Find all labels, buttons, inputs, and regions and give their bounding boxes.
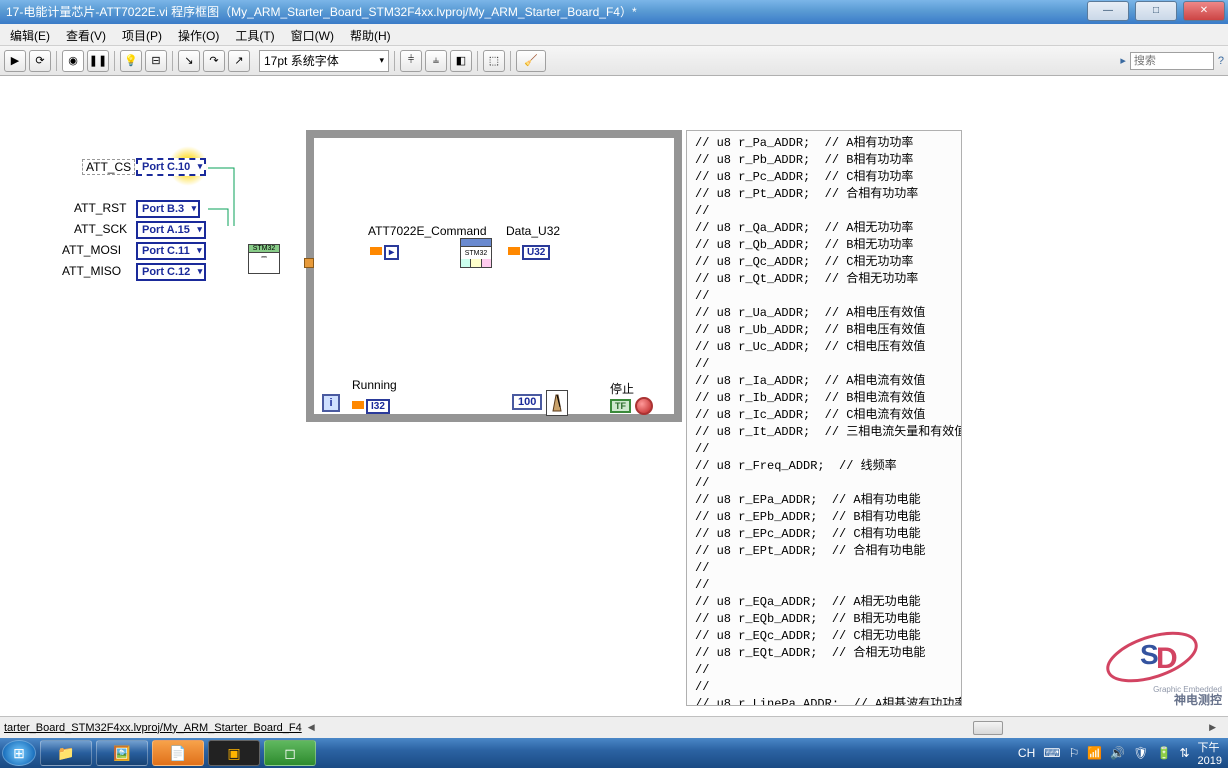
run-cont-button[interactable]: ⟳ <box>29 50 51 72</box>
close-button[interactable]: ✕ <box>1183 1 1225 21</box>
maximize-button[interactable]: □ <box>1135 1 1177 21</box>
menu-bar: 编辑(E) 查看(V) 项目(P) 操作(O) 工具(T) 窗口(W) 帮助(H… <box>0 24 1228 46</box>
tray-network-icon[interactable]: 📶 <box>1087 746 1102 760</box>
window-titlebar: 17-电能计量芯片-ATT7022E.vi 程序框图（My_ARM_Starte… <box>0 0 1228 24</box>
separator <box>394 51 395 71</box>
subvi-att7022e-command[interactable]: STM32 <box>460 238 492 268</box>
step-into-button[interactable]: ↘ <box>178 50 200 72</box>
cleanup-button[interactable]: 🧹 <box>516 50 546 72</box>
tray-volume-icon[interactable]: 🔊 <box>1110 746 1125 760</box>
menu-view[interactable]: 查看(V) <box>58 24 114 45</box>
taskbar-photos[interactable]: 🖼️ <box>96 740 148 766</box>
project-path[interactable]: tarter_Board_STM32F4xx.lvproj/My_ARM_Sta… <box>0 722 302 734</box>
separator <box>477 51 478 71</box>
label-att-rst: ATT_RST <box>74 201 126 215</box>
window-controls: — □ ✕ <box>1084 0 1228 24</box>
taskbar-explorer[interactable]: 📁 <box>40 740 92 766</box>
menu-window[interactable]: 窗口(W) <box>283 24 342 45</box>
label-att-mosi: ATT_MOSI <box>62 243 121 257</box>
resize-button[interactable]: ◧ <box>450 50 472 72</box>
loop-condition-terminal[interactable] <box>635 397 653 415</box>
search-input[interactable] <box>1130 52 1214 70</box>
minimize-button[interactable]: — <box>1087 1 1129 21</box>
align-button[interactable]: ⫩ <box>400 50 422 72</box>
indicator-data-u32[interactable]: U32 <box>508 242 550 260</box>
step-out-button[interactable]: ↗ <box>228 50 250 72</box>
constant-100[interactable]: 100 <box>512 394 542 410</box>
menu-help[interactable]: 帮助(H) <box>342 24 399 45</box>
separator <box>172 51 173 71</box>
separator <box>114 51 115 71</box>
wait-ms-node[interactable] <box>546 390 568 416</box>
help-icon[interactable]: ? <box>1218 55 1224 67</box>
scroll-right-icon[interactable]: ▶ <box>1203 722 1222 733</box>
menu-tools[interactable]: 工具(T) <box>227 24 282 45</box>
loop-tunnel <box>304 258 314 268</box>
toolbar: ▶ ⟳ ◉ ❚❚ 💡 ⊟ ↘ ↷ ↗ 17pt 系统字体 ⫩ ⫨ ◧ ⬚ 🧹 ▸… <box>0 46 1228 76</box>
label-att-miso: ATT_MISO <box>62 264 121 278</box>
distribute-button[interactable]: ⫨ <box>425 50 447 72</box>
separator <box>56 51 57 71</box>
highlight-exec-button[interactable]: 💡 <box>120 50 142 72</box>
abort-button[interactable]: ◉ <box>62 50 84 72</box>
tray-usb-icon[interactable]: ⇅ <box>1179 746 1189 760</box>
separator <box>510 51 511 71</box>
start-button[interactable]: ⊞ <box>2 740 36 766</box>
system-tray: CH ⌨ ⚐ 📶 🔊 🛡 🔋 ⇅ 下午2019 <box>1018 739 1228 767</box>
tray-shield-icon[interactable]: 🛡 <box>1133 746 1148 760</box>
run-button[interactable]: ▶ <box>4 50 26 72</box>
retain-wire-button[interactable]: ⊟ <box>145 50 167 72</box>
menu-project[interactable]: 项目(P) <box>114 24 170 45</box>
control-arrow-icon: ▸ <box>370 242 399 260</box>
label-data-u32: Data_U32 <box>506 224 560 238</box>
block-diagram[interactable]: ATT_CS Port C.10 ATT_RST Port B.3 ATT_SC… <box>0 76 1228 716</box>
io-cluster-node[interactable]: STM32 ⎓ <box>248 244 280 274</box>
pause-button[interactable]: ❚❚ <box>87 50 109 72</box>
stop-tf-box: TF <box>610 399 631 413</box>
footer-scrollbar[interactable]: tarter_Board_STM32F4xx.lvproj/My_ARM_Sta… <box>0 716 1228 738</box>
port-select-sck[interactable]: Port A.15 <box>136 221 206 239</box>
tray-keyboard-icon[interactable]: ⌨ <box>1043 746 1060 760</box>
taskbar-camtasia[interactable]: ◻ <box>264 740 316 766</box>
label-att-sck: ATT_SCK <box>74 222 127 236</box>
menu-operate[interactable]: 操作(O) <box>170 24 227 45</box>
port-select-mosi[interactable]: Port C.11 <box>136 242 206 260</box>
tray-flag-icon[interactable]: ⚐ <box>1069 746 1080 760</box>
label-stop: 停止 <box>610 380 634 397</box>
scroll-thumb[interactable] <box>973 721 1003 735</box>
menu-edit[interactable]: 编辑(E) <box>2 24 58 45</box>
code-comment-box[interactable]: // u8 r_Pa_ADDR; // A相有功功率 // u8 r_Pb_AD… <box>686 130 962 706</box>
label-running: Running <box>352 378 397 392</box>
search-arrow-icon[interactable]: ▸ <box>1120 54 1126 67</box>
stop-control[interactable]: 停止 TF <box>610 380 682 415</box>
step-over-button[interactable]: ↷ <box>203 50 225 72</box>
taskbar: ⊞ 📁 🖼️ 📄 ▣ ◻ CH ⌨ ⚐ 📶 🔊 🛡 🔋 ⇅ 下午2019 <box>0 738 1228 768</box>
tray-time[interactable]: 下午2019 <box>1198 739 1222 767</box>
window-title: 17-电能计量芯片-ATT7022E.vi 程序框图（My_ARM_Starte… <box>6 0 637 24</box>
label-cmd: ATT7022E_Command <box>368 224 487 238</box>
reorder-button[interactable]: ⬚ <box>483 50 505 72</box>
taskbar-labview[interactable]: ▣ <box>208 740 260 766</box>
port-select-cs[interactable]: Port C.10 <box>136 158 206 176</box>
loop-iteration-terminal[interactable]: i <box>322 394 340 412</box>
indicator-running[interactable]: I32 <box>352 396 390 414</box>
port-select-miso[interactable]: Port C.12 <box>136 263 206 281</box>
tray-battery-icon[interactable]: 🔋 <box>1157 746 1172 760</box>
font-label: 17pt 系统字体 <box>264 52 339 69</box>
tray-ime[interactable]: CH <box>1018 746 1035 760</box>
taskbar-pdf[interactable]: 📄 <box>152 740 204 766</box>
port-select-rst[interactable]: Port B.3 <box>136 200 200 218</box>
scroll-left-icon[interactable]: ◀ <box>302 722 321 733</box>
while-loop[interactable]: ATT7022E_Command STM32 ▸ Data_U32 U32 Ru… <box>306 130 682 422</box>
font-selector[interactable]: 17pt 系统字体 <box>259 50 389 72</box>
